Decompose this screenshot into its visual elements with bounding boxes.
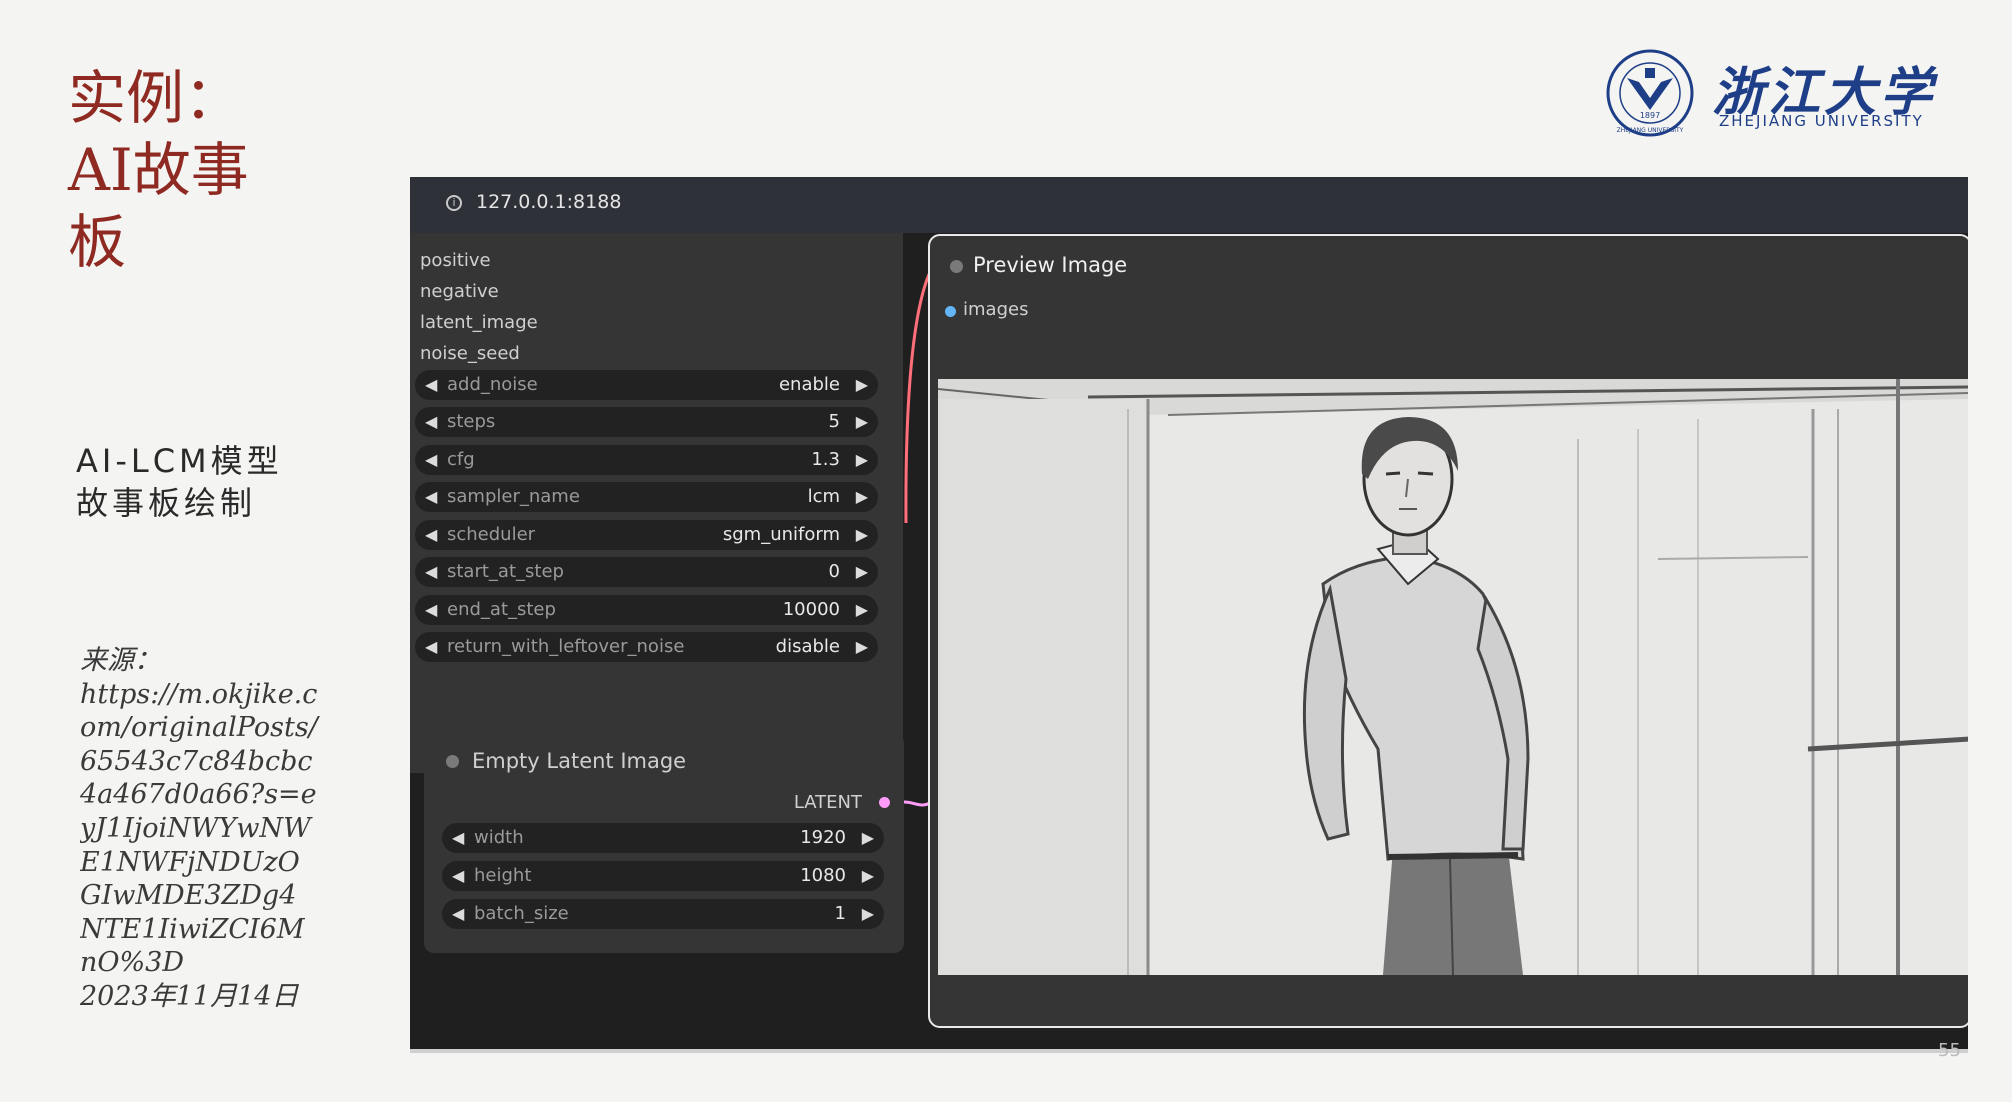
zju-logo: 1897 ZHEJIANG UNIVERSITY 浙江大学 ZHEJIANG U…: [1605, 48, 1932, 144]
slide-title-line-3: 板: [68, 208, 127, 276]
preview-image-node[interactable]: Preview Image images: [928, 234, 1968, 1028]
source-date: 2023年11月14日: [80, 980, 299, 1012]
slide-subtitle: AI-LCM模型故事板绘制: [76, 442, 283, 522]
input-images-label: images: [963, 299, 1029, 320]
source-citation: 来源： https://m.okjike.com/originalPosts/6…: [80, 644, 320, 1074]
node-links: [903, 262, 937, 807]
input-images-port-icon[interactable]: [945, 306, 956, 317]
source-label: 来源：: [80, 645, 161, 676]
slide-title-line-1: 实例：: [68, 64, 243, 132]
page-number: 55: [1938, 1040, 1961, 1061]
seal-text: ZHEJIANG UNIVERSITY: [1617, 127, 1684, 134]
browser-address-bar[interactable]: i 127.0.0.1:8188: [410, 177, 1968, 234]
node-canvas[interactable]: positive negative latent_image noise_see…: [410, 233, 1968, 1049]
comfyui-screenshot: i 127.0.0.1:8188 positive negative laten…: [410, 177, 1968, 1049]
node-title: Preview Image: [973, 253, 1128, 277]
slide-title-line-2: AI故事: [68, 136, 249, 204]
node-collapse-dot-icon[interactable]: [950, 260, 963, 273]
slide-title: 实例： AI故事 板: [68, 62, 249, 278]
screenshot-bottom-border: [410, 1049, 1968, 1053]
logo-english-name: ZHEJIANG UNIVERSITY: [1719, 112, 1924, 130]
latent-link: [903, 800, 931, 807]
seal-year: 1897: [1640, 111, 1660, 120]
site-info-icon[interactable]: i: [446, 195, 462, 211]
url-text[interactable]: 127.0.0.1:8188: [476, 191, 621, 213]
storyboard-sketch-image: [938, 379, 1968, 975]
source-url: https://m.okjike.com/originalPosts/65543…: [80, 678, 318, 979]
zju-seal-icon: 1897 ZHEJIANG UNIVERSITY: [1606, 49, 1694, 137]
